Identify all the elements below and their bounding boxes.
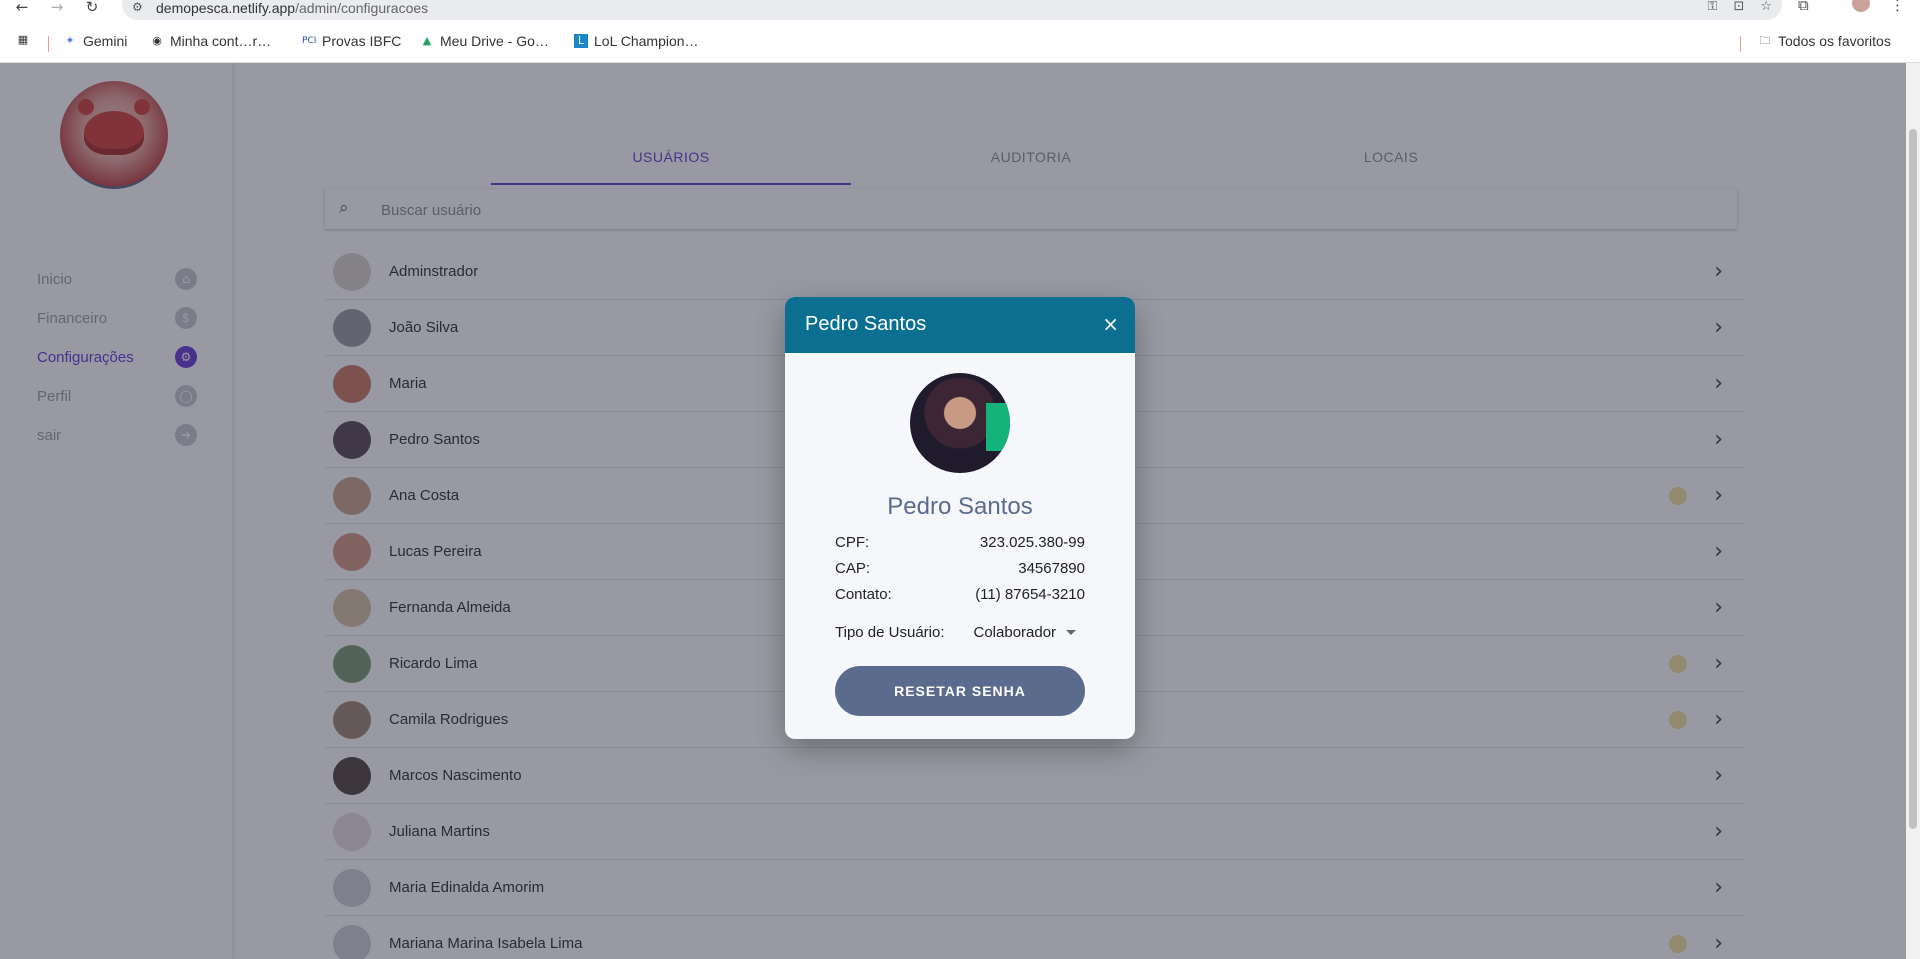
contato-label: Contato: [835, 586, 892, 603]
user-full-name: Pedro Santos [887, 493, 1033, 520]
bookmark-minha-conta[interactable]: ◉ Minha cont…r… [150, 33, 271, 49]
all-bookmarks[interactable]: 🗀 Todos os favoritos [1758, 33, 1891, 49]
menu-icon[interactable]: ⋮ [1890, 0, 1905, 14]
gemini-icon: ✦ [65, 34, 75, 47]
user-photo [910, 373, 1010, 473]
bookmark-meu-drive[interactable]: ▲ Meu Drive - Go… [420, 33, 549, 49]
bookmarks-bar: ▦ ✦ Gemini ◉ Minha cont…r… PCI Provas IBFC … [0, 25, 1920, 63]
page-scrollbar[interactable] [1906, 63, 1920, 959]
contato-value: (11) 87654-3210 [975, 586, 1085, 603]
user-type-select[interactable]: Colaborador [974, 624, 1077, 641]
lol-icon: L [574, 34, 588, 48]
chevron-down-icon [1066, 630, 1077, 635]
user-type-label: Tipo de Usuário: [835, 624, 945, 641]
bookmark-lol[interactable]: L LoL Champion… [574, 33, 699, 49]
extensions-icon[interactable]: ⧉ [1798, 0, 1809, 14]
contato-field: Contato: (11) 87654-3210 [835, 586, 1085, 603]
cpf-value: 323.025.380-99 [979, 534, 1085, 551]
cap-value: 34567890 [1018, 560, 1085, 577]
scrollbar-thumb[interactable] [1909, 129, 1917, 829]
close-icon[interactable]: × [1102, 312, 1119, 336]
dialog-title: Pedro Santos [805, 313, 927, 335]
back-icon[interactable]: ← [10, 0, 34, 17]
pci-icon: PCI [302, 36, 317, 46]
cap-label: CAP: [835, 560, 871, 577]
drive-icon: ▲ [422, 34, 432, 47]
user-type-value: Colaborador [973, 624, 1057, 641]
cpf-label: CPF: [835, 534, 870, 551]
cap-field: CAP: 34567890 [835, 560, 1085, 577]
profile-avatar[interactable] [1852, 0, 1870, 12]
folder-icon: 🗀 [1759, 34, 1771, 47]
site-info-icon[interactable]: ⚙ [132, 0, 143, 14]
bookmark-separator [1740, 36, 1741, 52]
browser-toolbar: ← → ↻ ⚙ demopesca.netlify.app/admin/conf… [0, 0, 1920, 25]
forward-icon[interactable]: → [45, 0, 69, 17]
dialog-header: Pedro Santos × [785, 297, 1135, 353]
apps-icon[interactable]: ▦ [16, 33, 30, 47]
reset-password-button[interactable]: RESETAR SENHA [835, 666, 1085, 716]
reload-icon[interactable]: ↻ [80, 0, 104, 17]
url-text[interactable]: demopesca.netlify.app/admin/configuracoe… [156, 0, 428, 16]
user-type-field: Tipo de Usuário: Colaborador [835, 624, 1085, 641]
password-key-icon[interactable]: ⚿ [1708, 0, 1718, 14]
cpf-field: CPF: 323.025.380-99 [835, 534, 1085, 551]
bookmark-separator [48, 36, 49, 52]
bookmark-star-icon[interactable]: ☆ [1760, 0, 1772, 14]
bookmark-provas-ibfc[interactable]: PCI Provas IBFC [302, 33, 401, 49]
user-detail-dialog: Pedro Santos × Pedro Santos CPF: 323.025.… [785, 297, 1135, 739]
github-icon: ◉ [152, 34, 162, 47]
address-bar[interactable]: ⚙ demopesca.netlify.app/admin/configurac… [122, 0, 1782, 20]
bookmark-gemini[interactable]: ✦ Gemini [63, 33, 127, 49]
install-app-icon[interactable]: ⊡ [1733, 0, 1744, 14]
